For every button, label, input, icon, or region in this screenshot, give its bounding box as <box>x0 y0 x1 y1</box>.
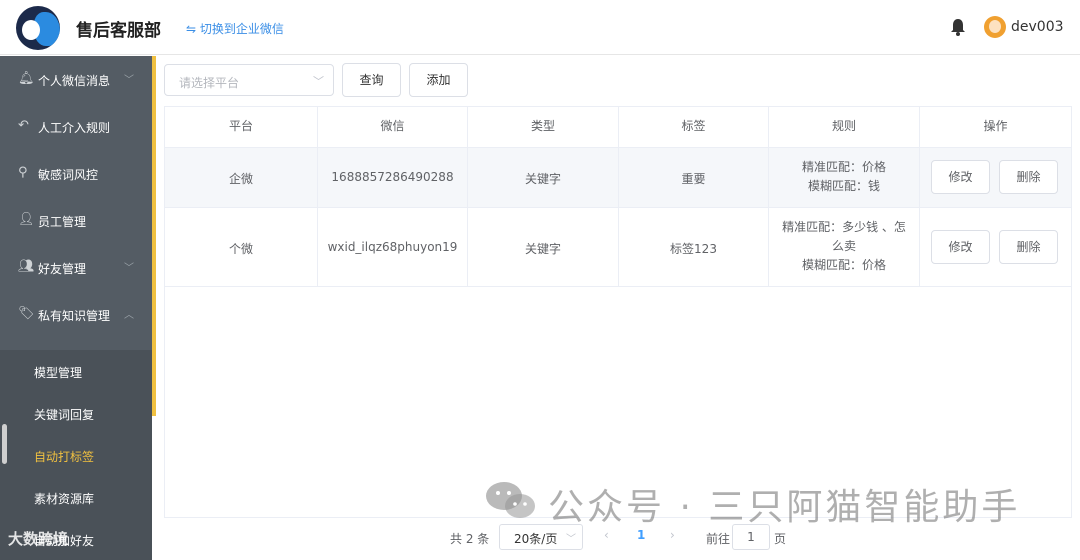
page-size-select[interactable]: 20条/页 ﹀ <box>499 524 583 550</box>
sidebar-item-employee-management[interactable]: 👤︎ 员工管理 <box>0 197 152 243</box>
user-avatar[interactable] <box>984 16 1006 38</box>
goto-label: 前往 <box>706 532 731 546</box>
column-header-actions: 操作 <box>983 119 1008 133</box>
edit-button[interactable]: 修改 <box>931 160 990 194</box>
app-title: 售后客服部 <box>76 21 161 41</box>
rule-line: 模糊匹配：价格 <box>801 258 886 272</box>
rule-line: 精准匹配：价格 <box>801 160 886 174</box>
chevron-down-icon: ﹀ <box>124 263 134 274</box>
submenu-item-material-library[interactable]: 素材资源库 <box>0 476 152 518</box>
sidebar-item-label: 个人微信消息 <box>38 74 111 88</box>
wechat-logo-icon <box>486 482 535 518</box>
add-button[interactable]: 添加 <box>409 63 468 97</box>
cell-platform: 个微 <box>228 242 253 256</box>
column-header-platform: 平台 <box>228 119 253 133</box>
sidebar-item-friend-management[interactable]: 👥︎ 好友管理 ﹀ <box>0 244 152 290</box>
submenu-item-keyword-reply[interactable]: 关键词回复 <box>0 392 152 434</box>
app-logo <box>16 6 60 50</box>
rule-line: 模糊匹配：钱 <box>807 179 880 193</box>
notification-bell-icon[interactable] <box>950 18 966 36</box>
watermark-left: 大数跨境 <box>8 530 69 548</box>
cell-type: 关键字 <box>524 242 561 256</box>
next-page-icon[interactable]: › <box>670 528 675 542</box>
sidebar-item-manual-intervention-rules[interactable]: ↶ 人工介入规则 <box>0 103 152 149</box>
chevron-down-icon: ﹀ <box>566 534 576 545</box>
delete-button[interactable]: 删除 <box>999 230 1058 264</box>
platform-select[interactable]: 请选择平台 ﹀ <box>164 64 334 96</box>
table-divider <box>165 286 1071 287</box>
delete-button[interactable]: 删除 <box>999 160 1058 194</box>
cell-tag: 标签123 <box>670 242 717 256</box>
search-icon: ⚲ <box>18 165 28 180</box>
user-add-icon: 👤︎ <box>18 212 35 227</box>
chevron-up-icon: ︿ <box>124 310 134 321</box>
submenu-item-label: 自动打标签 <box>34 450 95 464</box>
column-header-tag: 标签 <box>681 119 706 133</box>
sidebar-item-private-knowledge-management[interactable]: 🏷︎ 私有知识管理 ︿ <box>0 291 152 337</box>
submenu-item-label: 模型管理 <box>34 366 83 380</box>
top-header: 售后客服部 ⇋ 切换到企业微信 dev003 <box>0 0 1080 55</box>
tags-icon: 🏷︎ <box>18 306 35 321</box>
page-suffix-label: 页 <box>774 532 787 546</box>
cell-tag: 重要 <box>681 172 706 186</box>
chevron-down-icon: ﹀ <box>124 75 134 86</box>
submenu-item-model-management[interactable]: 模型管理 <box>0 350 152 392</box>
column-header-type: 类型 <box>530 119 555 133</box>
users-icon: 👥︎ <box>18 259 35 274</box>
sidebar-scrollbar[interactable] <box>2 424 7 464</box>
page-number-current[interactable]: 1 <box>637 528 645 542</box>
switch-to-enterprise-wechat-link[interactable]: ⇋ 切换到企业微信 <box>186 20 284 37</box>
chevron-down-icon: ﹀ <box>313 75 324 88</box>
sidebar-item-label: 员工管理 <box>38 215 87 229</box>
cell-type: 关键字 <box>524 172 561 186</box>
goto-page-input[interactable]: 1 <box>732 524 770 550</box>
rule-line: 么卖 <box>831 239 856 253</box>
sidebar-item-sensitive-word-control[interactable]: ⚲ 敏感词风控 <box>0 150 152 196</box>
cell-rule: 精准匹配：多少钱 、怎 么卖 模糊匹配：价格 <box>769 218 919 275</box>
username[interactable]: dev003 <box>1011 19 1064 35</box>
column-header-rule: 规则 <box>831 119 856 133</box>
sidebar-item-label: 敏感词风控 <box>38 168 99 182</box>
submenu-item-auto-tagging[interactable]: 自动打标签 <box>0 434 152 476</box>
submenu-item-label: 素材资源库 <box>34 492 95 506</box>
cell-wechat: wxid_ilqz68phuyon19 <box>327 240 458 254</box>
column-header-wechat: 微信 <box>380 119 405 133</box>
reply-icon: ↶ <box>18 118 29 133</box>
cell-wechat: 1688857286490288 <box>331 170 454 184</box>
prev-page-icon[interactable]: ‹ <box>604 528 609 542</box>
sidebar-item-personal-wechat-messages[interactable]: 🔔︎ 个人微信消息 ﹀ <box>0 56 152 102</box>
cell-rule: 精准匹配：价格 模糊匹配：钱 <box>769 158 919 196</box>
query-button[interactable]: 查询 <box>342 63 401 97</box>
watermark-text: 公众号 · 三只阿猫智能助手 <box>548 487 1021 528</box>
platform-select-placeholder: 请选择平台 <box>179 76 240 90</box>
sidebar-item-label: 私有知识管理 <box>38 309 111 323</box>
edit-button[interactable]: 修改 <box>931 230 990 264</box>
rule-line: 精准匹配：多少钱 、怎 <box>782 220 906 234</box>
page-size-value: 20条/页 <box>514 532 558 546</box>
sidebar-item-label: 好友管理 <box>38 262 87 276</box>
sidebar-item-label: 人工介入规则 <box>38 121 111 135</box>
submenu-item-label: 关键词回复 <box>34 408 95 422</box>
bell-icon: 🔔︎ <box>18 71 35 86</box>
cell-platform: 企微 <box>228 172 253 186</box>
pagination-total: 共 2 条 <box>450 532 490 546</box>
